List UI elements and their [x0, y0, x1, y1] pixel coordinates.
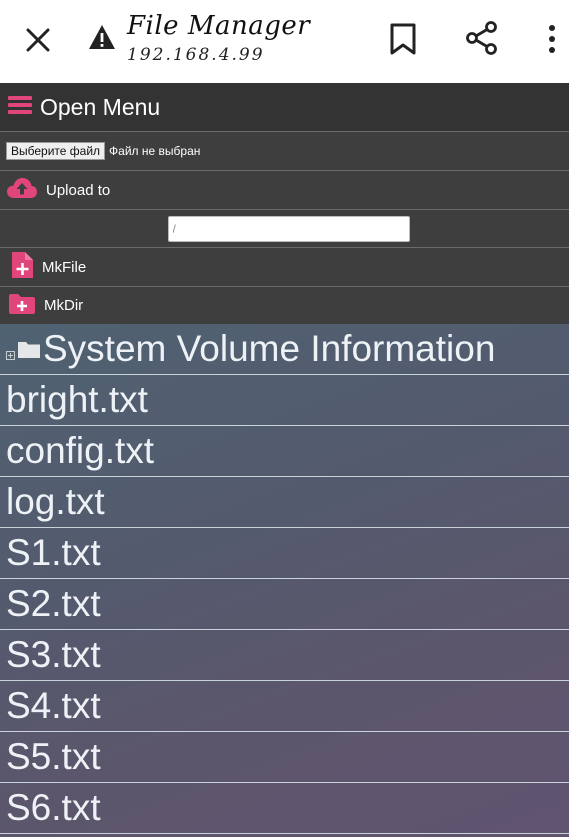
bookmark-icon[interactable] — [388, 22, 418, 56]
folder-item[interactable]: System Volume Information — [0, 324, 569, 375]
cloud-upload-icon — [6, 176, 38, 204]
upload-path-row — [0, 209, 569, 247]
file-name: S3.txt — [6, 634, 101, 675]
page-title: File Manager — [127, 11, 311, 41]
share-icon[interactable] — [464, 20, 500, 56]
address-url: 192.168.4.99 — [127, 45, 265, 65]
file-item[interactable]: log.txt — [0, 477, 569, 528]
upload-label: Upload to — [46, 181, 111, 199]
file-name: S2.txt — [6, 583, 101, 624]
file-item[interactable]: S3.txt — [0, 630, 569, 681]
file-name: log.txt — [6, 481, 105, 522]
file-list: System Volume Information bright.txt con… — [0, 324, 569, 837]
open-menu-label: Open Menu — [40, 93, 161, 120]
upload-path-input[interactable] — [167, 215, 410, 242]
new-folder-icon — [8, 293, 36, 319]
file-item[interactable]: S6.txt — [0, 783, 569, 834]
file-item[interactable]: S2.txt — [0, 579, 569, 630]
file-item[interactable]: bright.txt — [0, 375, 569, 426]
hamburger-icon — [8, 94, 32, 120]
warning-icon[interactable] — [87, 23, 117, 51]
file-item[interactable]: S4.txt — [0, 681, 569, 732]
file-name: S5.txt — [6, 736, 101, 777]
menu-panel: Open Menu Выберите файл Файл не выбран U… — [0, 83, 569, 324]
file-name: S4.txt — [6, 685, 101, 726]
file-name: bright.txt — [6, 379, 148, 420]
folder-icon — [17, 339, 41, 359]
page-info[interactable]: File Manager 192.168.4.99 — [127, 10, 310, 66]
new-file-icon — [10, 251, 34, 283]
mkdir-button[interactable]: MkDir — [0, 286, 569, 324]
upload-button[interactable]: Upload to — [0, 170, 569, 209]
file-item[interactable]: S1.txt — [0, 528, 569, 579]
expand-icon[interactable] — [6, 345, 15, 360]
file-name: S1.txt — [6, 532, 101, 573]
file-item[interactable]: S5.txt — [0, 732, 569, 783]
open-menu-button[interactable]: Open Menu — [0, 83, 569, 131]
file-status-text: Файл не выбран — [109, 144, 201, 158]
choose-file-button[interactable]: Выберите файл — [6, 142, 106, 160]
mkdir-label: MkDir — [44, 297, 84, 314]
browser-toolbar: File Manager 192.168.4.99 — [0, 0, 569, 83]
close-icon[interactable] — [22, 24, 54, 56]
file-item[interactable]: config.txt — [0, 426, 569, 477]
file-name: S6.txt — [6, 787, 101, 828]
more-vert-icon[interactable] — [540, 22, 564, 56]
file-chooser-row: Выберите файл Файл не выбран — [0, 131, 569, 170]
mkfile-label: MkFile — [42, 258, 87, 276]
folder-name: System Volume Information — [43, 328, 496, 369]
mkfile-button[interactable]: MkFile — [0, 247, 569, 286]
file-name: config.txt — [6, 430, 155, 471]
